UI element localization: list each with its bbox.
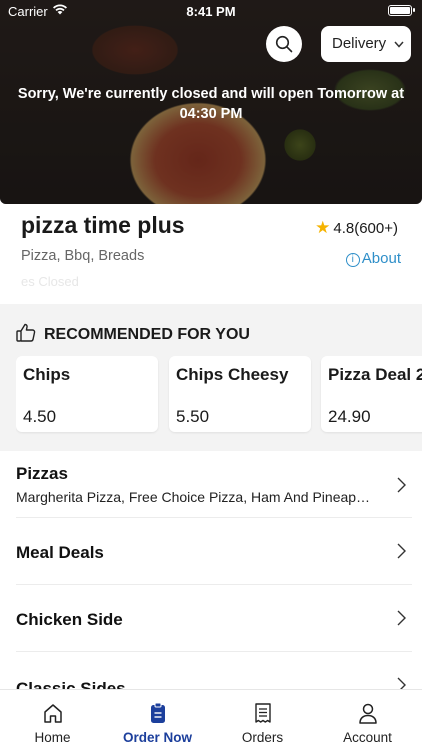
about-link[interactable]: i About bbox=[345, 250, 401, 267]
category-title: Meal Deals bbox=[16, 543, 104, 562]
status-bar: Carrier 8:41 PM bbox=[0, 0, 422, 22]
tab-label: Orders bbox=[241, 730, 284, 745]
recommended-item-name: Chips Cheesy bbox=[176, 365, 289, 384]
search-icon bbox=[275, 35, 293, 53]
category-row-classic-sides[interactable]: Classic Sides bbox=[0, 652, 422, 689]
tab-label: Home bbox=[34, 730, 71, 745]
recommended-item-price: 24.90 bbox=[328, 407, 371, 426]
category-row-chicken-side[interactable]: Chicken Side bbox=[0, 585, 422, 652]
category-row-meal-deals[interactable]: Meal Deals bbox=[0, 518, 422, 585]
menu-category-list: Pizzas Margherita Pizza, Free Choice Piz… bbox=[0, 451, 422, 689]
delivery-mode-dropdown[interactable]: Delivery bbox=[321, 26, 411, 62]
star-icon: ★ bbox=[315, 218, 331, 237]
battery-icon bbox=[388, 5, 415, 16]
restaurant-name: pizza time plus bbox=[21, 212, 185, 238]
recommended-list: Chips 4.50 Chips Cheesy 5.50 Pizza Deal … bbox=[16, 356, 422, 436]
recommended-item-price: 5.50 bbox=[176, 407, 210, 426]
tab-account[interactable]: Account bbox=[315, 690, 420, 750]
rating-value: 4.8(600+) bbox=[333, 220, 398, 237]
recommended-item-name: Chips bbox=[23, 365, 71, 384]
tab-label: Order Now bbox=[122, 730, 192, 745]
bottom-tab-bar: Home Order Now Orders Account bbox=[0, 689, 422, 750]
recommended-card[interactable]: Chips Cheesy 5.50 bbox=[169, 356, 311, 432]
tab-orders[interactable]: Orders bbox=[210, 690, 315, 750]
chevron-down-icon bbox=[394, 41, 404, 48]
rating: ★ 4.8(600+) bbox=[315, 218, 398, 238]
clock-time: 8:41 PM bbox=[186, 4, 236, 19]
receipt-icon bbox=[255, 703, 271, 723]
order-icon bbox=[151, 702, 165, 723]
tab-home[interactable]: Home bbox=[0, 690, 105, 750]
recommended-item-name: Pizza Deal 2 bbox=[328, 365, 422, 384]
category-title: Chicken Side bbox=[16, 610, 123, 629]
delivery-mode-label: Delivery bbox=[332, 35, 387, 52]
recommended-card[interactable]: Chips 4.50 bbox=[16, 356, 158, 432]
about-label: About bbox=[361, 250, 401, 267]
user-icon bbox=[359, 703, 377, 724]
restaurant-info: pizza time plus Pizza, Bbq, Breads es Cl… bbox=[0, 204, 422, 304]
category-title: Pizzas bbox=[16, 464, 68, 483]
category-row-pizzas[interactable]: Pizzas Margherita Pizza, Free Choice Piz… bbox=[0, 451, 422, 518]
tab-label: Account bbox=[343, 730, 392, 745]
recommended-card[interactable]: Pizza Deal 2 24.90 bbox=[321, 356, 422, 432]
recommended-section: RECOMMENDED FOR YOU Chips 4.50 Chips Che… bbox=[0, 304, 422, 451]
closed-notice: Sorry, We're currently closed and will o… bbox=[17, 86, 405, 122]
search-button[interactable] bbox=[266, 26, 302, 62]
home-icon bbox=[44, 704, 62, 723]
chevron-right-icon bbox=[397, 610, 406, 626]
hero-banner: Carrier 8:41 PM Delivery Sorry, We're cu… bbox=[0, 0, 422, 204]
tab-order-now[interactable]: Order Now bbox=[105, 690, 210, 750]
chevron-right-icon bbox=[397, 543, 406, 559]
recommended-title: RECOMMENDED FOR YOU bbox=[44, 326, 250, 343]
chevron-right-icon bbox=[397, 677, 406, 689]
chevron-right-icon bbox=[397, 477, 406, 493]
recommended-item-price: 4.50 bbox=[23, 407, 57, 426]
recommended-header: RECOMMENDED FOR YOU bbox=[16, 323, 250, 344]
category-subtitle: Margherita Pizza, Free Choice Pizza, Ham… bbox=[16, 489, 371, 505]
thumbs-up-icon bbox=[16, 323, 36, 342]
restaurant-status: es Closed bbox=[21, 274, 79, 289]
restaurant-cuisines: Pizza, Bbq, Breads bbox=[21, 248, 145, 264]
info-icon: i bbox=[345, 253, 360, 267]
category-title: Classic Sides bbox=[16, 679, 126, 689]
